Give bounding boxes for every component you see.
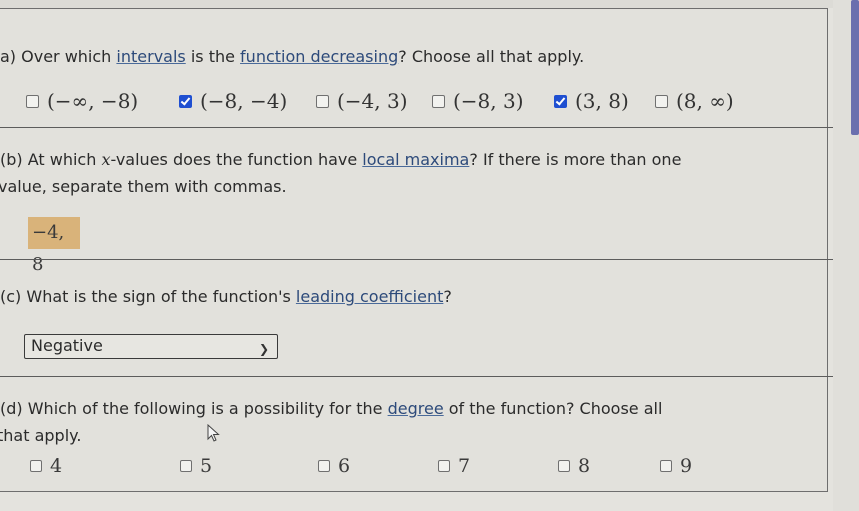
checkbox[interactable] <box>432 94 445 108</box>
interval-option[interactable]: (−4, 3) <box>316 89 408 113</box>
option-label: 4 <box>50 455 63 477</box>
section-divider <box>0 259 833 260</box>
checkbox[interactable] <box>554 94 567 108</box>
checkbox[interactable] <box>438 460 450 472</box>
interval-option[interactable]: (−∞, −8) <box>26 89 138 113</box>
option-label: (8, ∞) <box>676 89 734 113</box>
part-c-text: ? <box>443 287 452 306</box>
part-a-text: ? Choose all that apply. <box>398 47 585 66</box>
part-d-question-line1: (d) Which of the following is a possibil… <box>0 398 662 420</box>
interval-option[interactable]: (8, ∞) <box>655 89 734 113</box>
part-d-text: (d) Which of the following is a possibil… <box>0 399 388 418</box>
part-b-text: (b) At which <box>0 150 102 169</box>
part-b-question-line2: value, separate them with commas. <box>0 177 287 196</box>
degree-option[interactable]: 6 <box>318 455 350 477</box>
part-c-text: (c) What is the sign of the function's <box>0 287 296 306</box>
term-local-maxima-link[interactable]: local maxima <box>362 150 469 169</box>
part-c-question: (c) What is the sign of the function's l… <box>0 286 452 308</box>
checkbox[interactable] <box>318 460 330 472</box>
part-b-text: -values does the function have <box>110 150 363 169</box>
local-maxima-answer-input[interactable]: −4, 8 <box>28 217 80 275</box>
checkbox[interactable] <box>30 460 42 472</box>
term-intervals-link[interactable]: intervals <box>116 47 185 66</box>
option-label: (−8, 3) <box>453 89 524 113</box>
selected-value: Negative <box>31 336 103 355</box>
checkbox[interactable] <box>180 460 192 472</box>
degree-option[interactable]: 8 <box>558 455 590 477</box>
degree-option[interactable]: 9 <box>660 455 692 477</box>
option-label: 5 <box>200 455 213 477</box>
option-label: 6 <box>338 455 351 477</box>
checkbox[interactable] <box>558 460 570 472</box>
option-label: 7 <box>458 455 471 477</box>
top-strip <box>0 0 833 8</box>
interval-option[interactable]: (3, 8) <box>554 89 629 113</box>
part-a-question: a) Over which intervals is the function … <box>0 46 584 68</box>
term-leading-coefficient-link[interactable]: leading coefficient <box>296 287 443 306</box>
checkbox[interactable] <box>655 94 668 108</box>
part-a-text: a) Over which <box>0 47 117 66</box>
section-divider <box>0 127 833 128</box>
term-degree-link[interactable]: degree <box>388 399 444 418</box>
leading-coefficient-sign-select[interactable]: Negative ❯ <box>24 334 278 359</box>
checkbox[interactable] <box>179 94 192 108</box>
interval-option[interactable]: (−8, 3) <box>432 89 524 113</box>
degree-option[interactable]: 5 <box>180 455 212 477</box>
part-d-question-line2: that apply. <box>0 426 82 445</box>
interval-option[interactable]: (−8, −4) <box>179 89 287 113</box>
checkbox[interactable] <box>316 94 329 108</box>
option-label: (−4, 3) <box>337 89 408 113</box>
option-label: 9 <box>680 455 693 477</box>
option-label: (−8, −4) <box>200 89 288 113</box>
checkbox[interactable] <box>26 94 39 108</box>
checkbox[interactable] <box>660 460 672 472</box>
section-divider <box>0 376 833 377</box>
part-b-text: ? If there is more than one <box>469 150 682 169</box>
option-label: (3, 8) <box>575 89 629 113</box>
term-function-decreasing-link[interactable]: function decreasing <box>240 47 398 66</box>
option-label: (−∞, −8) <box>47 89 139 113</box>
mouse-cursor-icon <box>207 424 220 442</box>
chevron-down-icon: ❯ <box>258 342 269 356</box>
degree-option[interactable]: 7 <box>438 455 470 477</box>
part-d-text: of the function? Choose all <box>443 399 663 418</box>
option-label: 8 <box>578 455 591 477</box>
scrollbar-thumb[interactable] <box>851 0 859 135</box>
part-b-question-line1: (b) At which x-values does the function … <box>0 149 681 171</box>
part-a-text: is the <box>185 47 241 66</box>
degree-option[interactable]: 4 <box>30 455 62 477</box>
